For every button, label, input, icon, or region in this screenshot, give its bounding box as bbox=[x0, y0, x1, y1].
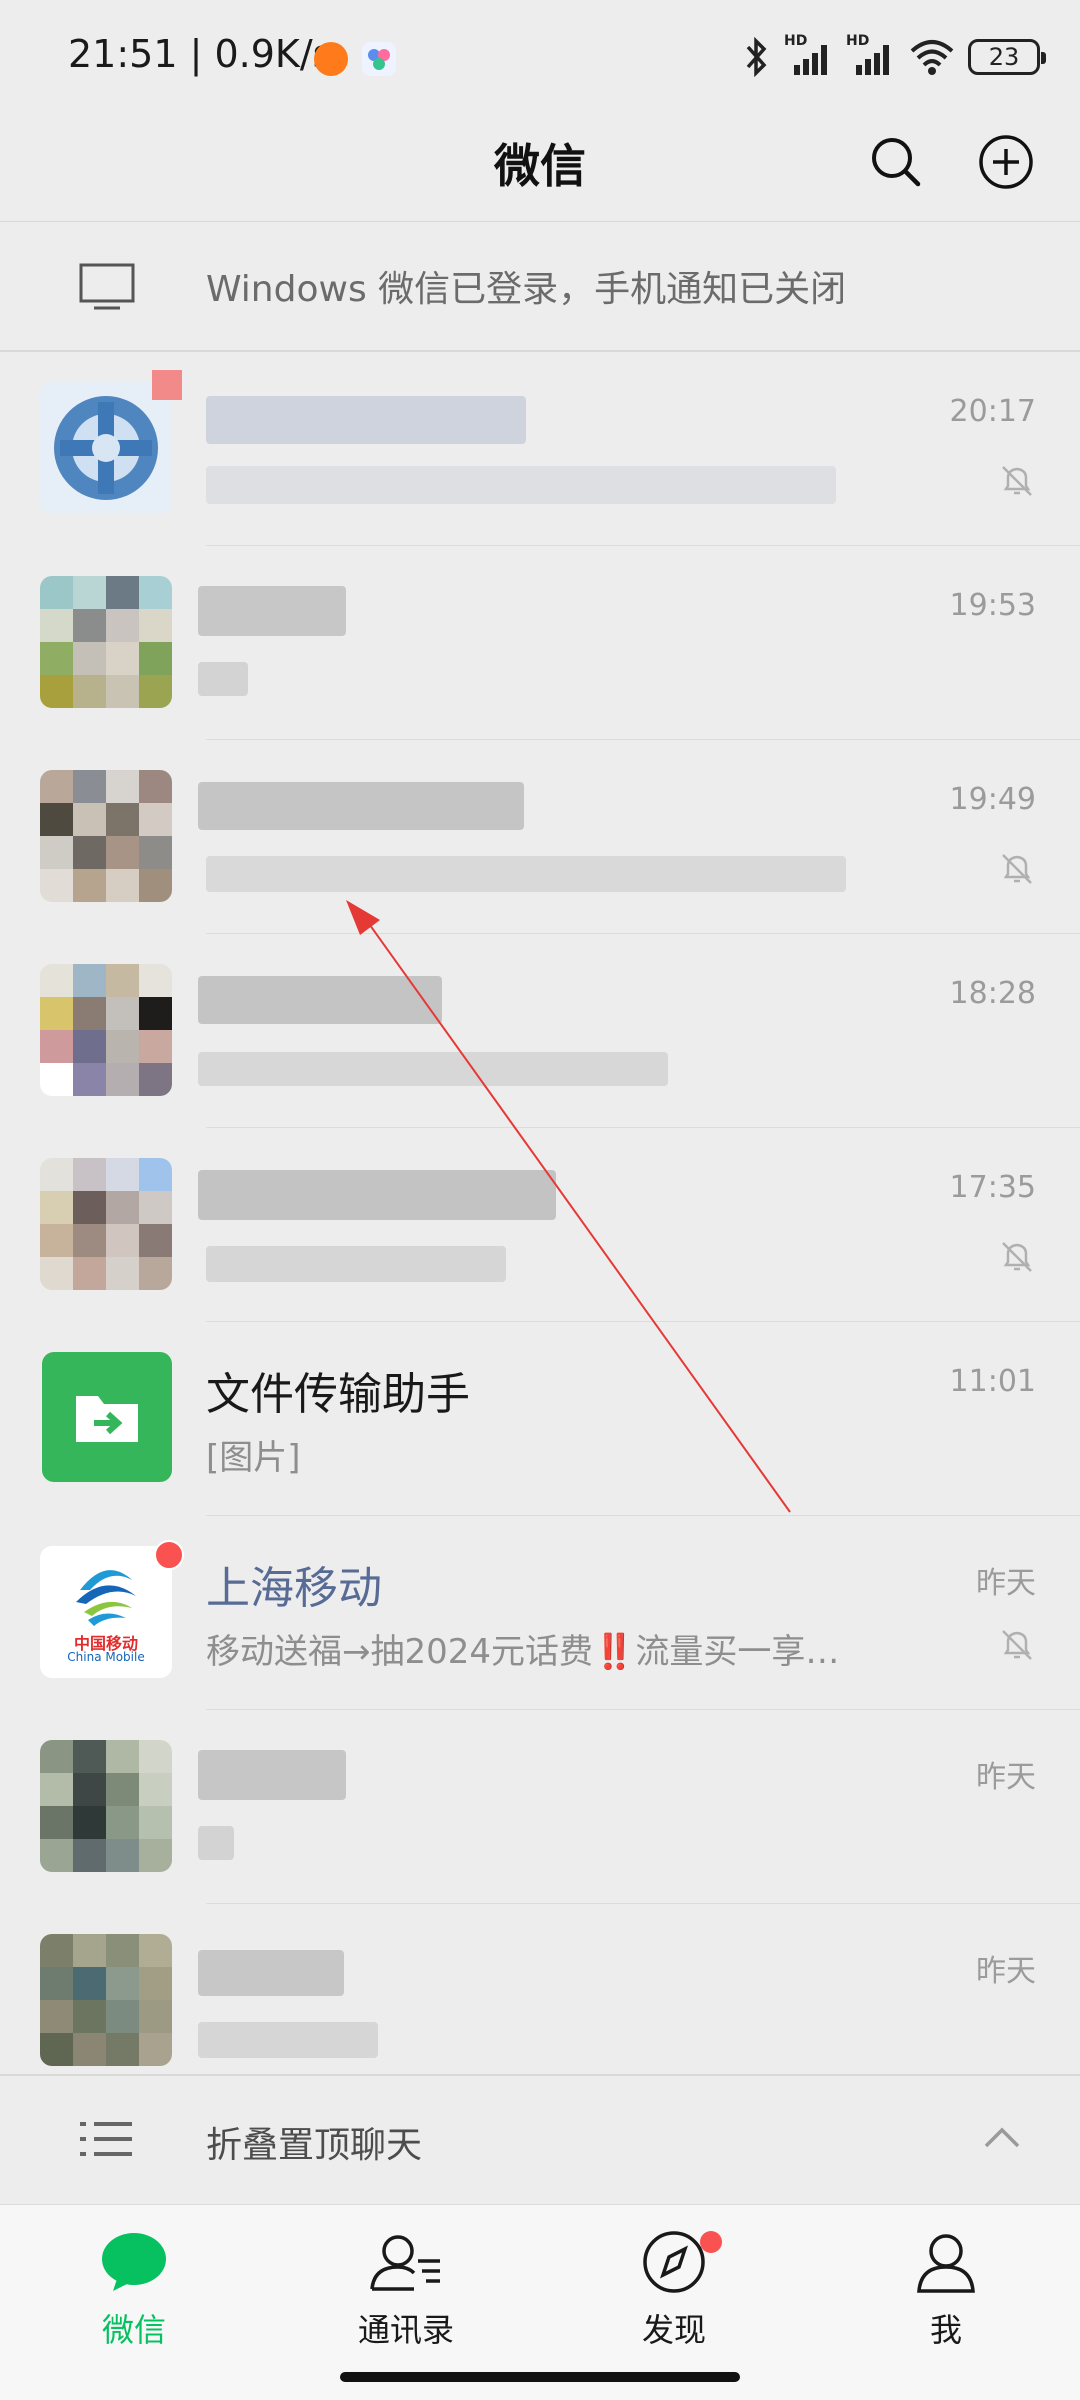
chat-name: 文件传输助手 bbox=[206, 1369, 470, 1420]
plus-circle-icon bbox=[979, 135, 1033, 189]
avatar bbox=[40, 382, 172, 514]
blurred-name bbox=[206, 396, 526, 444]
unread-indicator bbox=[152, 370, 182, 400]
blurred-name bbox=[198, 1750, 346, 1800]
chat-time: 昨天 bbox=[976, 1566, 1036, 1601]
blurred-preview bbox=[198, 662, 248, 696]
chat-bubble-icon bbox=[102, 2233, 166, 2291]
chat-time: 17:35 bbox=[949, 1170, 1036, 1205]
search-icon bbox=[872, 138, 921, 187]
chat-row[interactable]: 昨天 bbox=[0, 1710, 1080, 1904]
compass-icon bbox=[643, 2231, 705, 2293]
person-icon bbox=[917, 2234, 975, 2293]
blurred-preview bbox=[198, 1826, 234, 1860]
wechat-screen: 21:51 | 0.9K/s HD HD 23 微信 Windows 微信已登录… bbox=[0, 0, 1080, 2400]
chat-time: 19:49 bbox=[949, 782, 1036, 817]
contacts-icon bbox=[370, 2235, 440, 2291]
chat-row-china-mobile[interactable]: 中国移动 China Mobile 上海移动 移动送福→抽2024元话费‼️流量… bbox=[0, 1516, 1080, 1710]
mute-bell-icon bbox=[1002, 1630, 1032, 1660]
blurred-name bbox=[198, 1170, 556, 1220]
chat-row[interactable]: 昨天 bbox=[0, 1904, 1080, 2076]
blurred-preview bbox=[206, 466, 836, 504]
blurred-preview bbox=[198, 1052, 668, 1086]
tab-chats[interactable]: 微信 bbox=[34, 2229, 234, 2351]
app-header: 微信 bbox=[0, 110, 1080, 222]
notification-app-icon-2 bbox=[362, 42, 396, 76]
chat-time: 11:01 bbox=[949, 1364, 1036, 1399]
avatar bbox=[40, 1740, 172, 1872]
chat-list: 20:17 19:53 19:49 18:28 17:35 文件传输助手 [图片… bbox=[0, 352, 1080, 2076]
chat-preview: 移动送福→抽2024元话费‼️流量买一享… bbox=[206, 1632, 840, 1672]
add-button[interactable] bbox=[968, 124, 1044, 200]
folded-pinned-chats[interactable]: 折叠置顶聊天 bbox=[0, 2076, 1080, 2204]
fold-label: 折叠置顶聊天 bbox=[206, 2125, 423, 2166]
tab-discover[interactable]: 发现 bbox=[574, 2229, 774, 2351]
blurred-name bbox=[198, 1950, 344, 1996]
search-button[interactable] bbox=[858, 124, 934, 200]
file-transfer-avatar bbox=[42, 1352, 172, 1482]
chat-time: 昨天 bbox=[976, 1954, 1036, 1989]
bottom-tab-bar: 微信 通讯录 发现 我 bbox=[0, 2204, 1080, 2400]
signal-1-icon: HD bbox=[784, 33, 834, 77]
chat-row[interactable]: 20:17 bbox=[0, 352, 1080, 546]
blurred-preview bbox=[206, 1246, 506, 1282]
mute-bell-icon bbox=[1002, 854, 1032, 884]
avatar bbox=[40, 964, 172, 1096]
unread-dot bbox=[154, 1540, 184, 1570]
tab-label: 通讯录 bbox=[357, 2311, 454, 2349]
tab-label: 发现 bbox=[641, 2311, 706, 2349]
monitor-icon bbox=[79, 263, 135, 310]
chat-row[interactable]: 18:28 bbox=[0, 934, 1080, 1128]
hd-label-1: HD bbox=[784, 33, 808, 49]
tab-label: 我 bbox=[929, 2311, 962, 2349]
discover-badge-dot bbox=[700, 2231, 722, 2253]
avatar bbox=[40, 576, 172, 708]
blurred-name bbox=[198, 586, 346, 636]
login-banner-text: Windows 微信已登录，手机通知已关闭 bbox=[206, 269, 847, 310]
blurred-preview bbox=[206, 856, 846, 892]
chevron-up-icon[interactable] bbox=[982, 2118, 1022, 2158]
chat-row[interactable]: 19:53 bbox=[0, 546, 1080, 740]
mute-bell-icon bbox=[1002, 1242, 1032, 1272]
tab-me[interactable]: 我 bbox=[846, 2229, 1046, 2351]
chat-time: 昨天 bbox=[976, 1760, 1036, 1795]
blurred-name bbox=[198, 976, 442, 1024]
signal-2-icon: HD bbox=[846, 33, 896, 77]
hd-label-2: HD bbox=[846, 33, 870, 49]
chat-time: 19:53 bbox=[949, 588, 1036, 623]
china-mobile-avatar: 中国移动 China Mobile bbox=[40, 1546, 172, 1678]
home-indicator[interactable] bbox=[340, 2372, 740, 2382]
chat-preview: [图片] bbox=[206, 1438, 301, 1478]
blurred-name bbox=[198, 782, 524, 830]
mute-bell-icon bbox=[1002, 466, 1032, 496]
battery-level: 23 bbox=[988, 43, 1020, 71]
tab-contacts[interactable]: 通讯录 bbox=[306, 2229, 506, 2351]
chat-row-file-transfer[interactable]: 文件传输助手 [图片] 11:01 bbox=[0, 1322, 1080, 1516]
status-time-speed: 21:51 | 0.9K/s bbox=[68, 32, 333, 76]
tab-label: 微信 bbox=[101, 2311, 166, 2349]
chat-time: 18:28 bbox=[949, 976, 1036, 1011]
chat-row[interactable]: 19:49 bbox=[0, 740, 1080, 934]
list-icon bbox=[80, 2122, 132, 2156]
windows-login-banner[interactable]: Windows 微信已登录，手机通知已关闭 bbox=[0, 222, 1080, 350]
status-bar: 21:51 | 0.9K/s HD HD 23 bbox=[0, 0, 1080, 110]
bluetooth-icon bbox=[746, 37, 767, 77]
chat-time: 20:17 bbox=[949, 394, 1036, 429]
folder-arrow-icon bbox=[76, 1396, 138, 1442]
china-mobile-logo-en: China Mobile bbox=[67, 1650, 145, 1664]
blurred-preview bbox=[198, 2022, 378, 2058]
notification-app-icon bbox=[314, 42, 348, 76]
status-icons: HD HD 23 bbox=[740, 33, 1046, 80]
battery-icon: 23 bbox=[968, 39, 1046, 75]
chat-row[interactable]: 17:35 bbox=[0, 1128, 1080, 1322]
avatar bbox=[40, 770, 172, 902]
avatar bbox=[40, 1934, 172, 2066]
wifi-icon bbox=[910, 40, 954, 75]
chat-name: 上海移动 bbox=[206, 1563, 382, 1614]
avatar bbox=[40, 1158, 172, 1290]
